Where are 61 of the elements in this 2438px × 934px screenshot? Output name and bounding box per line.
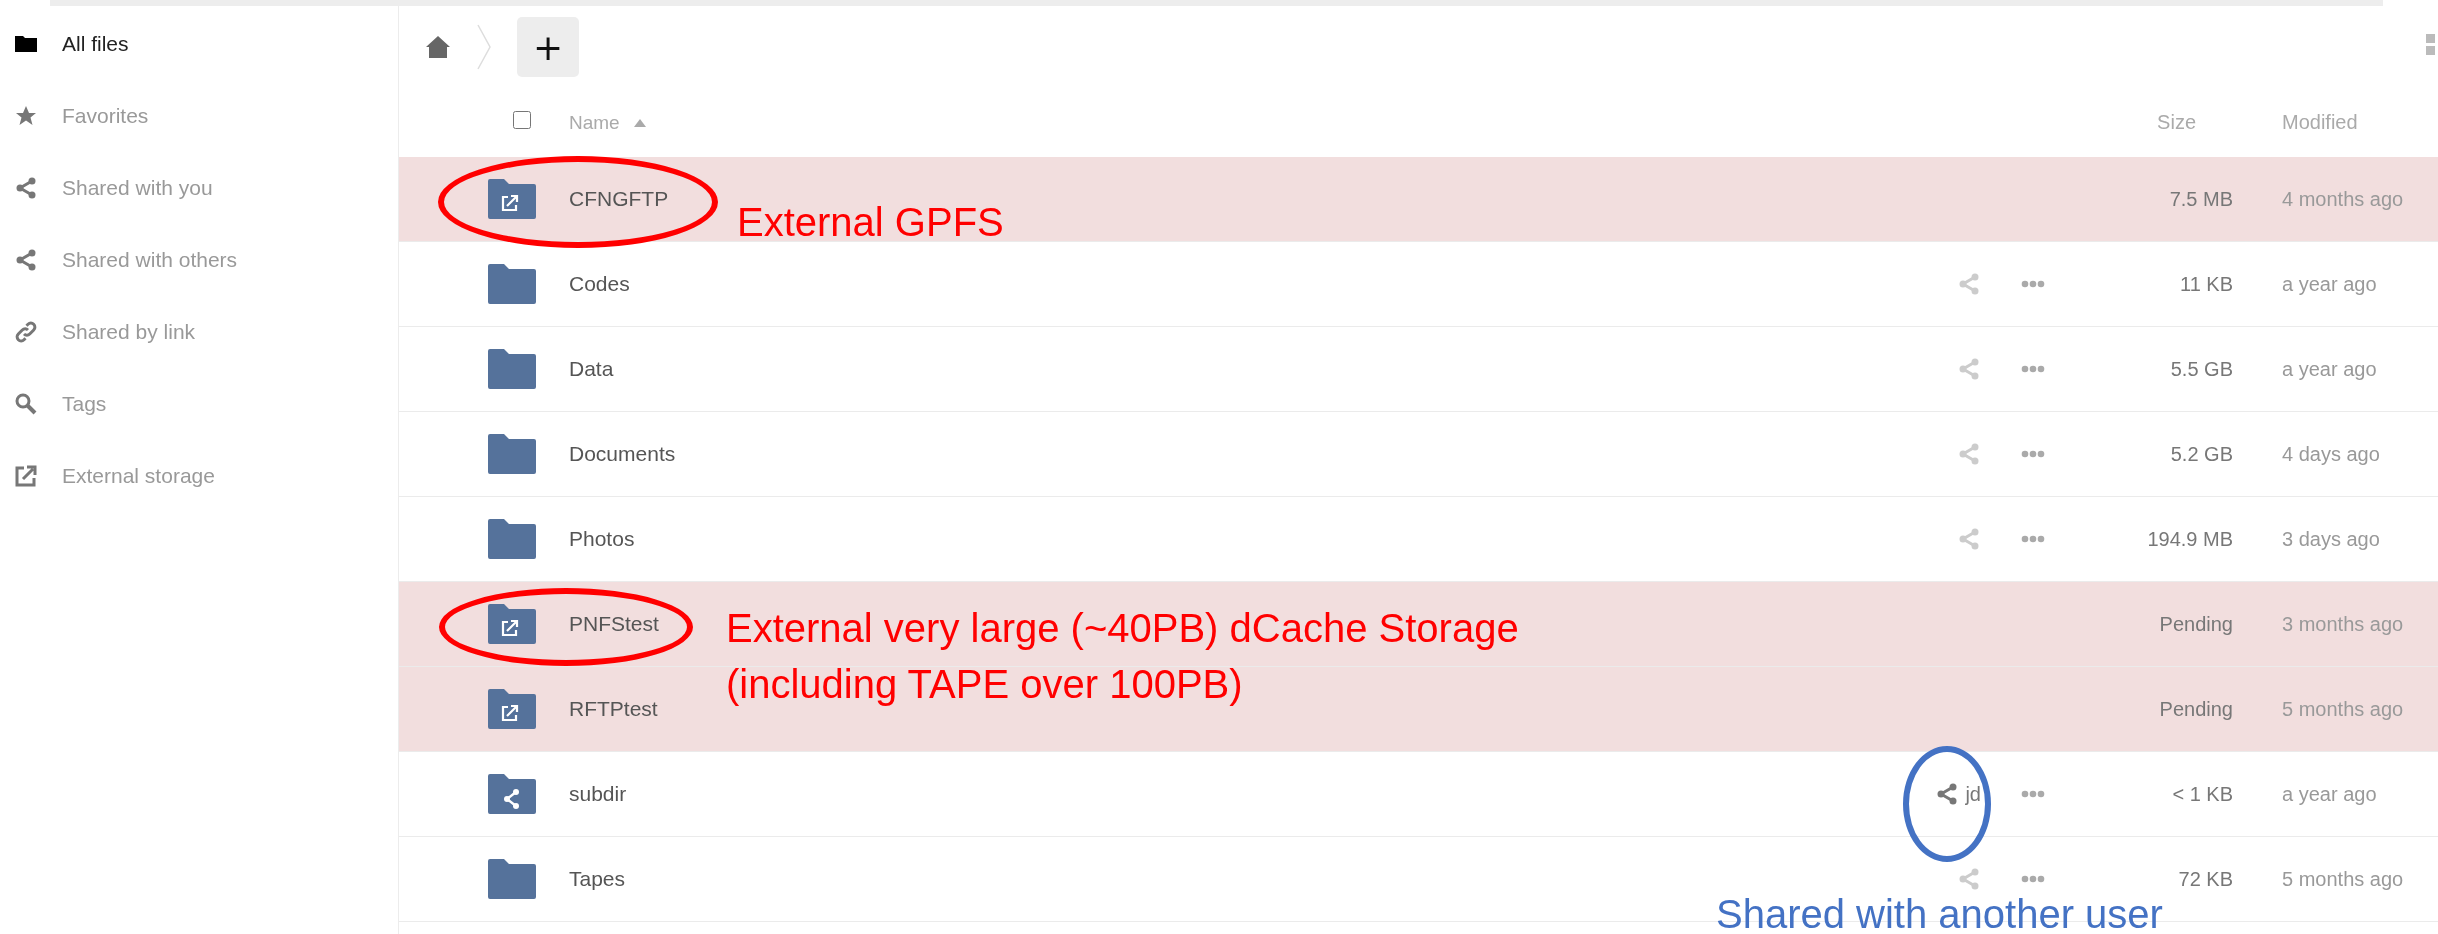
annotation-note: Shared with another user [1716,891,2163,934]
share-icon [14,176,38,200]
external-link-icon [14,464,38,488]
link-icon [14,320,38,344]
file-name[interactable]: Tapes [569,867,626,891]
file-name[interactable]: subdir [569,782,627,806]
folder-icon [488,349,536,389]
annotation-note: External GPFS [737,199,1004,246]
more-button[interactable] [2021,450,2045,458]
modified-date: a year ago [2282,272,2377,295]
share-button[interactable] [1957,867,1981,891]
file-size: 5.5 GB [2170,357,2233,380]
share-icon [14,248,38,272]
more-button[interactable] [2021,280,2045,288]
modified-date: 3 days ago [2282,527,2380,550]
file-size: 5.2 GB [2170,442,2233,465]
share-button[interactable] [1957,272,1981,296]
file-name[interactable]: Codes [569,272,630,296]
modified-date: 5 months ago [2282,867,2404,890]
file-size: < 1 KB [2172,782,2233,805]
more-button[interactable] [2021,790,2045,798]
external-folder-icon [488,179,536,219]
file-name[interactable]: RFTPtest [569,697,658,721]
modified-date: 3 months ago [2282,612,2404,635]
sidebar-item[interactable]: All files [0,8,398,80]
file-name[interactable]: PNFStest [569,612,659,636]
shared-folder-icon [488,774,536,814]
annotation-note: External very large (~40PB) dCache Storage (including TAPE over 100PB) [726,605,1519,708]
select-all-checkbox[interactable] [513,111,531,129]
folder-icon [488,519,536,559]
share-button[interactable] [1957,442,1981,466]
external-folder-icon [488,604,536,644]
modified-date: 5 months ago [2282,697,2404,720]
more-button[interactable] [2021,365,2045,373]
share-button[interactable]: jd [1935,782,1981,806]
search-icon [14,392,38,416]
more-button[interactable] [2021,875,2045,883]
modified-date: a year ago [2282,782,2377,805]
file-name[interactable]: Documents [569,442,676,466]
new-button[interactable]: + [517,17,579,77]
folder-icon [488,859,536,899]
folder-icon [488,264,536,304]
file-size: Pending [2159,697,2233,720]
share-button[interactable] [1957,527,1981,551]
share-button[interactable] [1957,357,1981,381]
file-size: 72 KB [2178,867,2233,890]
more-button[interactable] [2021,535,2045,543]
file-name[interactable]: Data [569,357,614,381]
breadcrumb-separator-icon [477,24,491,70]
home-icon[interactable] [425,35,451,59]
file-size: 194.9 MB [2147,527,2233,550]
file-size: Pending [2159,612,2233,635]
modified-date: a year ago [2282,357,2377,380]
file-size: 7.5 MB [2169,187,2233,210]
file-name[interactable]: CFNGFTP [569,187,669,211]
external-folder-icon [488,689,536,729]
modified-date: 4 months ago [2282,187,2404,210]
file-size: 11 KB [2180,272,2233,295]
file-name[interactable]: Photos [569,527,635,551]
modified-date: 4 days ago [2282,442,2380,465]
folder-icon [488,434,536,474]
